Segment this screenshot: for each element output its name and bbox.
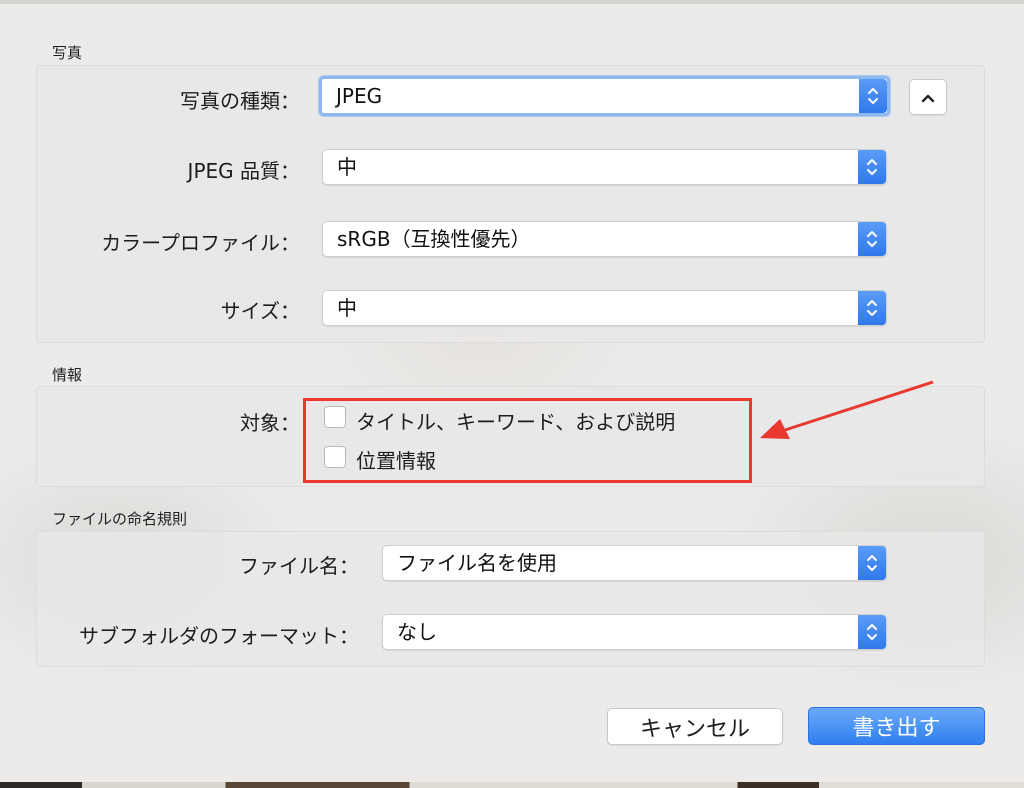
stepper-icon (858, 222, 886, 256)
annotation-arrow (760, 380, 934, 439)
jpeg-quality-value: 中 (337, 155, 357, 179)
subfolder-format-label: サブフォルダのフォーマット： (79, 624, 359, 648)
stepper-icon (858, 150, 886, 184)
color-profile-select[interactable]: sRGB（互換性優先） (322, 221, 887, 257)
target-label: 対象： (240, 411, 300, 435)
stepper-icon (858, 615, 886, 649)
photo-type-label: 写真の種類： (180, 89, 300, 113)
photo-type-select[interactable]: JPEG (319, 76, 890, 116)
subfolder-format-select[interactable]: なし (382, 614, 887, 650)
info-section-title: 情報 (52, 366, 83, 384)
photo-section-title: 写真 (52, 44, 83, 62)
jpeg-quality-label: JPEG 品質： (187, 159, 300, 183)
size-select[interactable]: 中 (322, 290, 887, 326)
size-value: 中 (337, 296, 357, 320)
window-top-edge (0, 0, 1024, 4)
size-label: サイズ： (220, 299, 300, 323)
color-profile-value: sRGB（互換性優先） (337, 227, 531, 251)
photo-type-value: JPEG (336, 84, 383, 108)
color-profile-label: カラープロファイル： (101, 231, 300, 255)
stepper-icon (858, 291, 886, 325)
stepper-icon (859, 79, 887, 113)
filename-value: ファイル名を使用 (397, 551, 557, 575)
filename-label: ファイル名： (239, 554, 359, 578)
annotation-highlight-box (303, 398, 752, 483)
filename-select[interactable]: ファイル名を使用 (382, 545, 887, 581)
jpeg-quality-select[interactable]: 中 (322, 149, 887, 185)
export-button[interactable]: 書き出す (808, 707, 985, 745)
stepper-icon (858, 546, 886, 580)
cancel-button[interactable]: キャンセル (607, 708, 783, 745)
chevron-up-icon (920, 85, 936, 110)
naming-section-title: ファイルの命名規則 (52, 510, 188, 528)
subfolder-format-value: なし (397, 620, 437, 644)
collapse-button[interactable] (909, 79, 947, 115)
background-photo-strip (0, 782, 1024, 788)
